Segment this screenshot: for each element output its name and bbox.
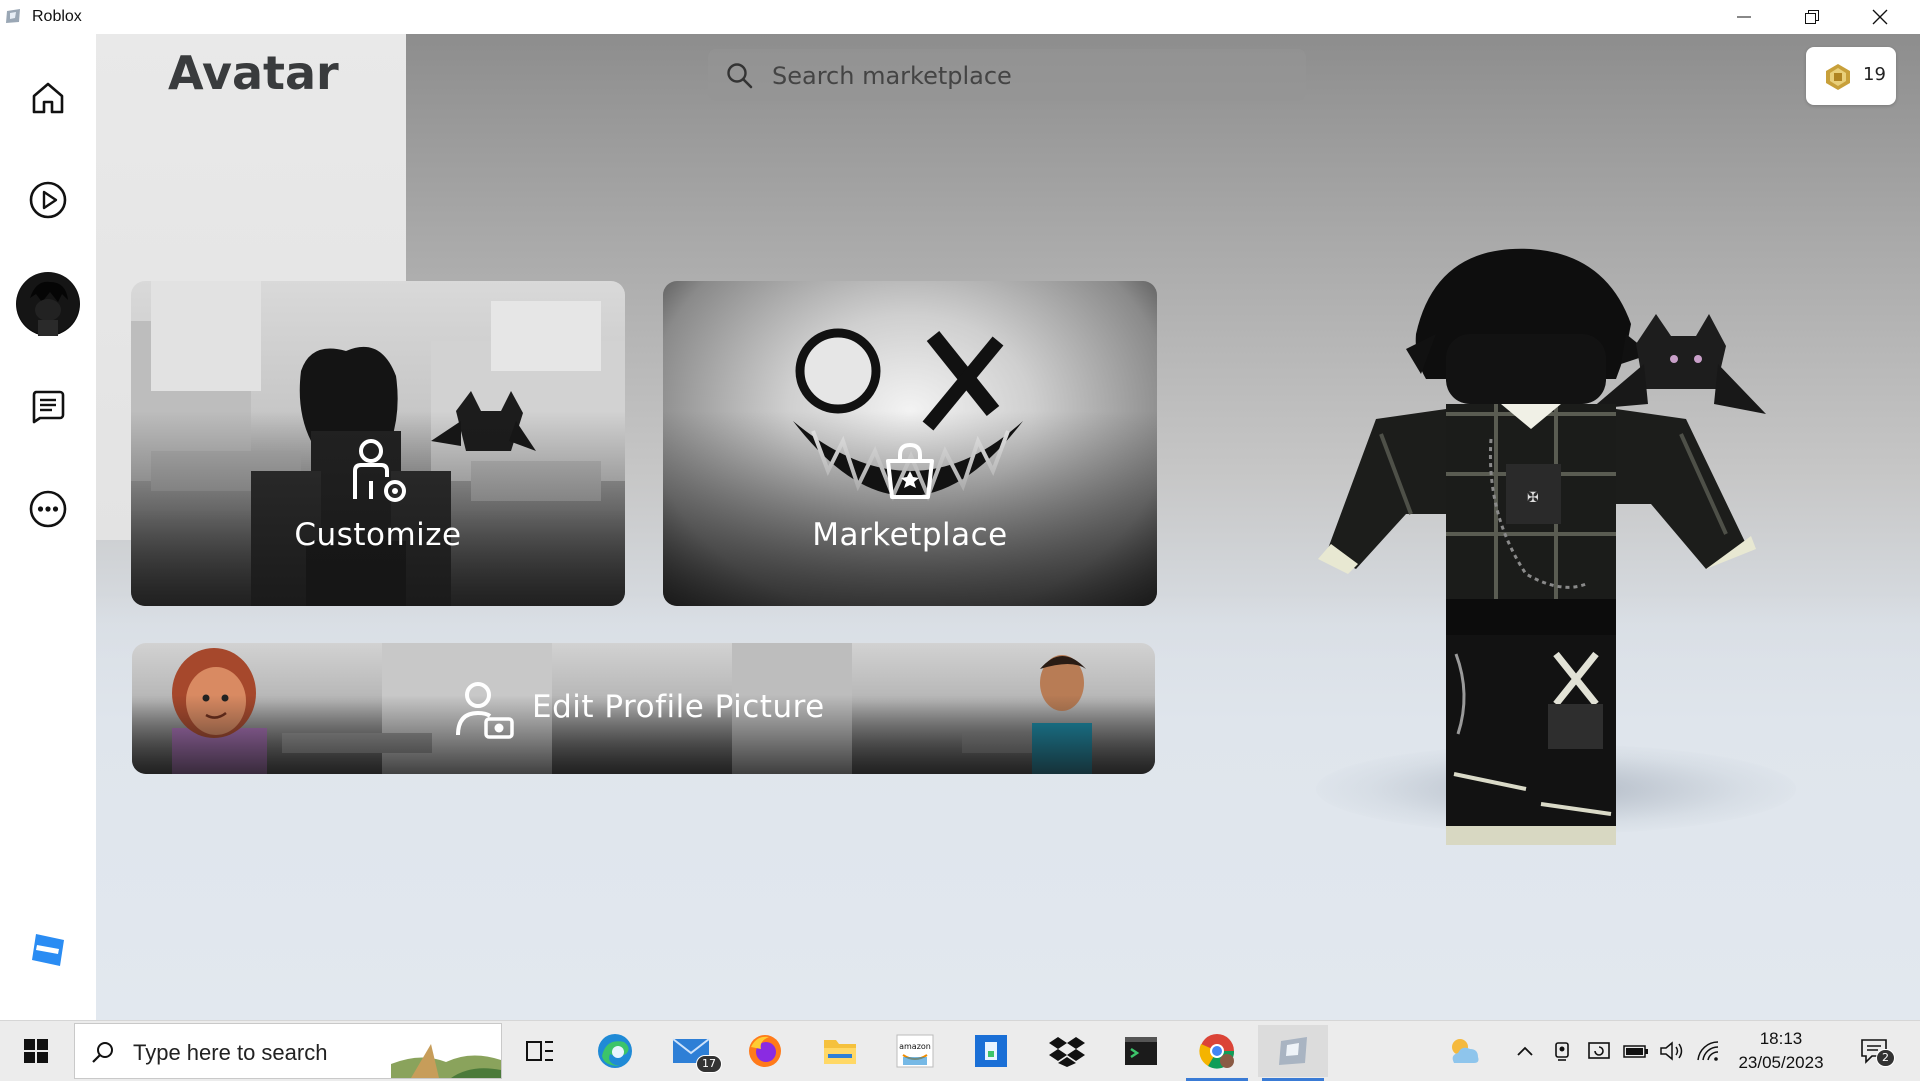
close-icon	[1872, 9, 1888, 25]
start-button[interactable]	[0, 1021, 72, 1081]
marketplace-label: Marketplace	[812, 517, 1008, 553]
battery-icon	[1623, 1045, 1648, 1058]
task-view-button[interactable]	[505, 1025, 575, 1077]
taskbar-store-app[interactable]	[956, 1025, 1026, 1077]
close-button[interactable]	[1846, 0, 1914, 34]
tray-sync[interactable]	[1586, 1035, 1612, 1067]
avatar-stage: Avatar 19	[96, 34, 1920, 1020]
taskbar-terminal[interactable]	[1106, 1025, 1176, 1077]
play-icon	[29, 181, 67, 219]
tray-weather[interactable]	[1440, 1035, 1488, 1067]
edit-profile-picture-tile[interactable]: Edit Profile Picture	[132, 643, 1155, 774]
home-icon	[32, 82, 64, 114]
roblox-app-icon	[6, 9, 20, 23]
tray-battery[interactable]	[1622, 1035, 1650, 1067]
taskbar-chrome[interactable]	[1182, 1025, 1252, 1081]
terminal-icon	[1125, 1037, 1157, 1065]
weather-icon	[1452, 1039, 1479, 1063]
nav-roblox-logo[interactable]	[22, 924, 74, 976]
edge-browser-icon	[598, 1034, 632, 1068]
tray-meet-now[interactable]	[1550, 1035, 1576, 1067]
search-input[interactable]	[770, 57, 1294, 95]
tray-volume[interactable]	[1658, 1035, 1686, 1067]
windows-logo-icon	[24, 1039, 48, 1063]
left-navigation	[0, 34, 96, 1020]
taskbar-edge[interactable]	[580, 1025, 650, 1077]
task-view-icon	[526, 1041, 553, 1061]
taskbar-dropbox[interactable]	[1032, 1025, 1102, 1077]
taskbar-firefox[interactable]	[730, 1025, 800, 1077]
roblox-logo-icon	[32, 934, 64, 966]
restore-icon	[1805, 10, 1819, 24]
marketplace-tile[interactable]: Marketplace	[663, 281, 1157, 606]
taskbar-clock[interactable]: 18:13 23/05/2023	[1726, 1027, 1836, 1075]
taskbar-search-icon	[92, 1042, 113, 1063]
clock-time: 18:13	[1759, 1029, 1803, 1048]
customize-icon	[353, 439, 406, 502]
screen-sync-icon	[1588, 1042, 1610, 1059]
tray-notifications[interactable]: 2	[1856, 1035, 1895, 1067]
roblox-taskbar-icon	[1279, 1037, 1307, 1065]
tray-wifi[interactable]	[1694, 1035, 1722, 1067]
tray-show-hidden[interactable]	[1512, 1035, 1538, 1067]
customize-label: Customize	[294, 517, 462, 553]
minimize-button[interactable]	[1710, 0, 1778, 34]
chrome-icon	[1199, 1034, 1235, 1069]
window-title: Roblox	[32, 8, 82, 25]
amazon-icon: amazon	[896, 1034, 934, 1068]
sway-app-icon	[975, 1035, 1007, 1067]
search-highlight-illustration-icon	[391, 1044, 501, 1078]
robux-balance-button[interactable]: 19	[1806, 47, 1896, 105]
minimize-icon	[1737, 16, 1751, 18]
volume-icon	[1660, 1041, 1683, 1061]
taskbar-search-placeholder: Type here to search	[133, 1040, 328, 1065]
more-icon	[29, 490, 67, 528]
clock-date: 23/05/2023	[1738, 1053, 1824, 1072]
search-icon	[727, 63, 753, 89]
window-titlebar: Roblox	[0, 0, 1920, 34]
shopping-bag-icon	[886, 442, 934, 499]
edit-profile-label: Edit Profile Picture	[532, 689, 825, 725]
robux-icon	[1826, 64, 1850, 90]
chevron-up-icon	[1517, 1046, 1533, 1056]
nav-avatar[interactable]	[16, 272, 80, 336]
folder-icon	[824, 1040, 856, 1064]
taskbar-search-box[interactable]: Type here to search	[74, 1023, 502, 1079]
avatar-thumbnail-icon	[17, 273, 79, 336]
mail-badge: 17	[696, 1055, 722, 1073]
nav-discover[interactable]	[22, 174, 74, 226]
nav-home[interactable]	[22, 72, 74, 124]
nav-more[interactable]	[22, 483, 74, 535]
restore-button[interactable]	[1778, 0, 1846, 34]
customize-tile[interactable]: Customize	[131, 281, 625, 606]
avatar-character[interactable]: ✠	[1286, 214, 1806, 854]
svg-text:✠: ✠	[1527, 490, 1539, 506]
taskbar-file-explorer[interactable]	[805, 1025, 875, 1077]
firefox-icon	[749, 1035, 781, 1067]
search-bar[interactable]	[708, 49, 1306, 101]
robux-count: 19	[1863, 64, 1886, 85]
notification-badge: 2	[1876, 1049, 1895, 1067]
nav-chat[interactable]	[22, 380, 74, 432]
chat-icon	[32, 390, 65, 424]
windows-taskbar: Type here to search 17 amazon 18:13 23/0…	[0, 1020, 1920, 1081]
svg-text:amazon: amazon	[899, 1042, 931, 1051]
page-title: Avatar	[168, 46, 339, 100]
wifi-icon	[1697, 1041, 1719, 1061]
taskbar-amazon[interactable]: amazon	[880, 1025, 950, 1077]
dropbox-icon	[1049, 1037, 1085, 1067]
webcam-icon	[1555, 1042, 1569, 1061]
taskbar-mail[interactable]: 17	[656, 1025, 726, 1077]
taskbar-roblox[interactable]	[1258, 1025, 1328, 1081]
